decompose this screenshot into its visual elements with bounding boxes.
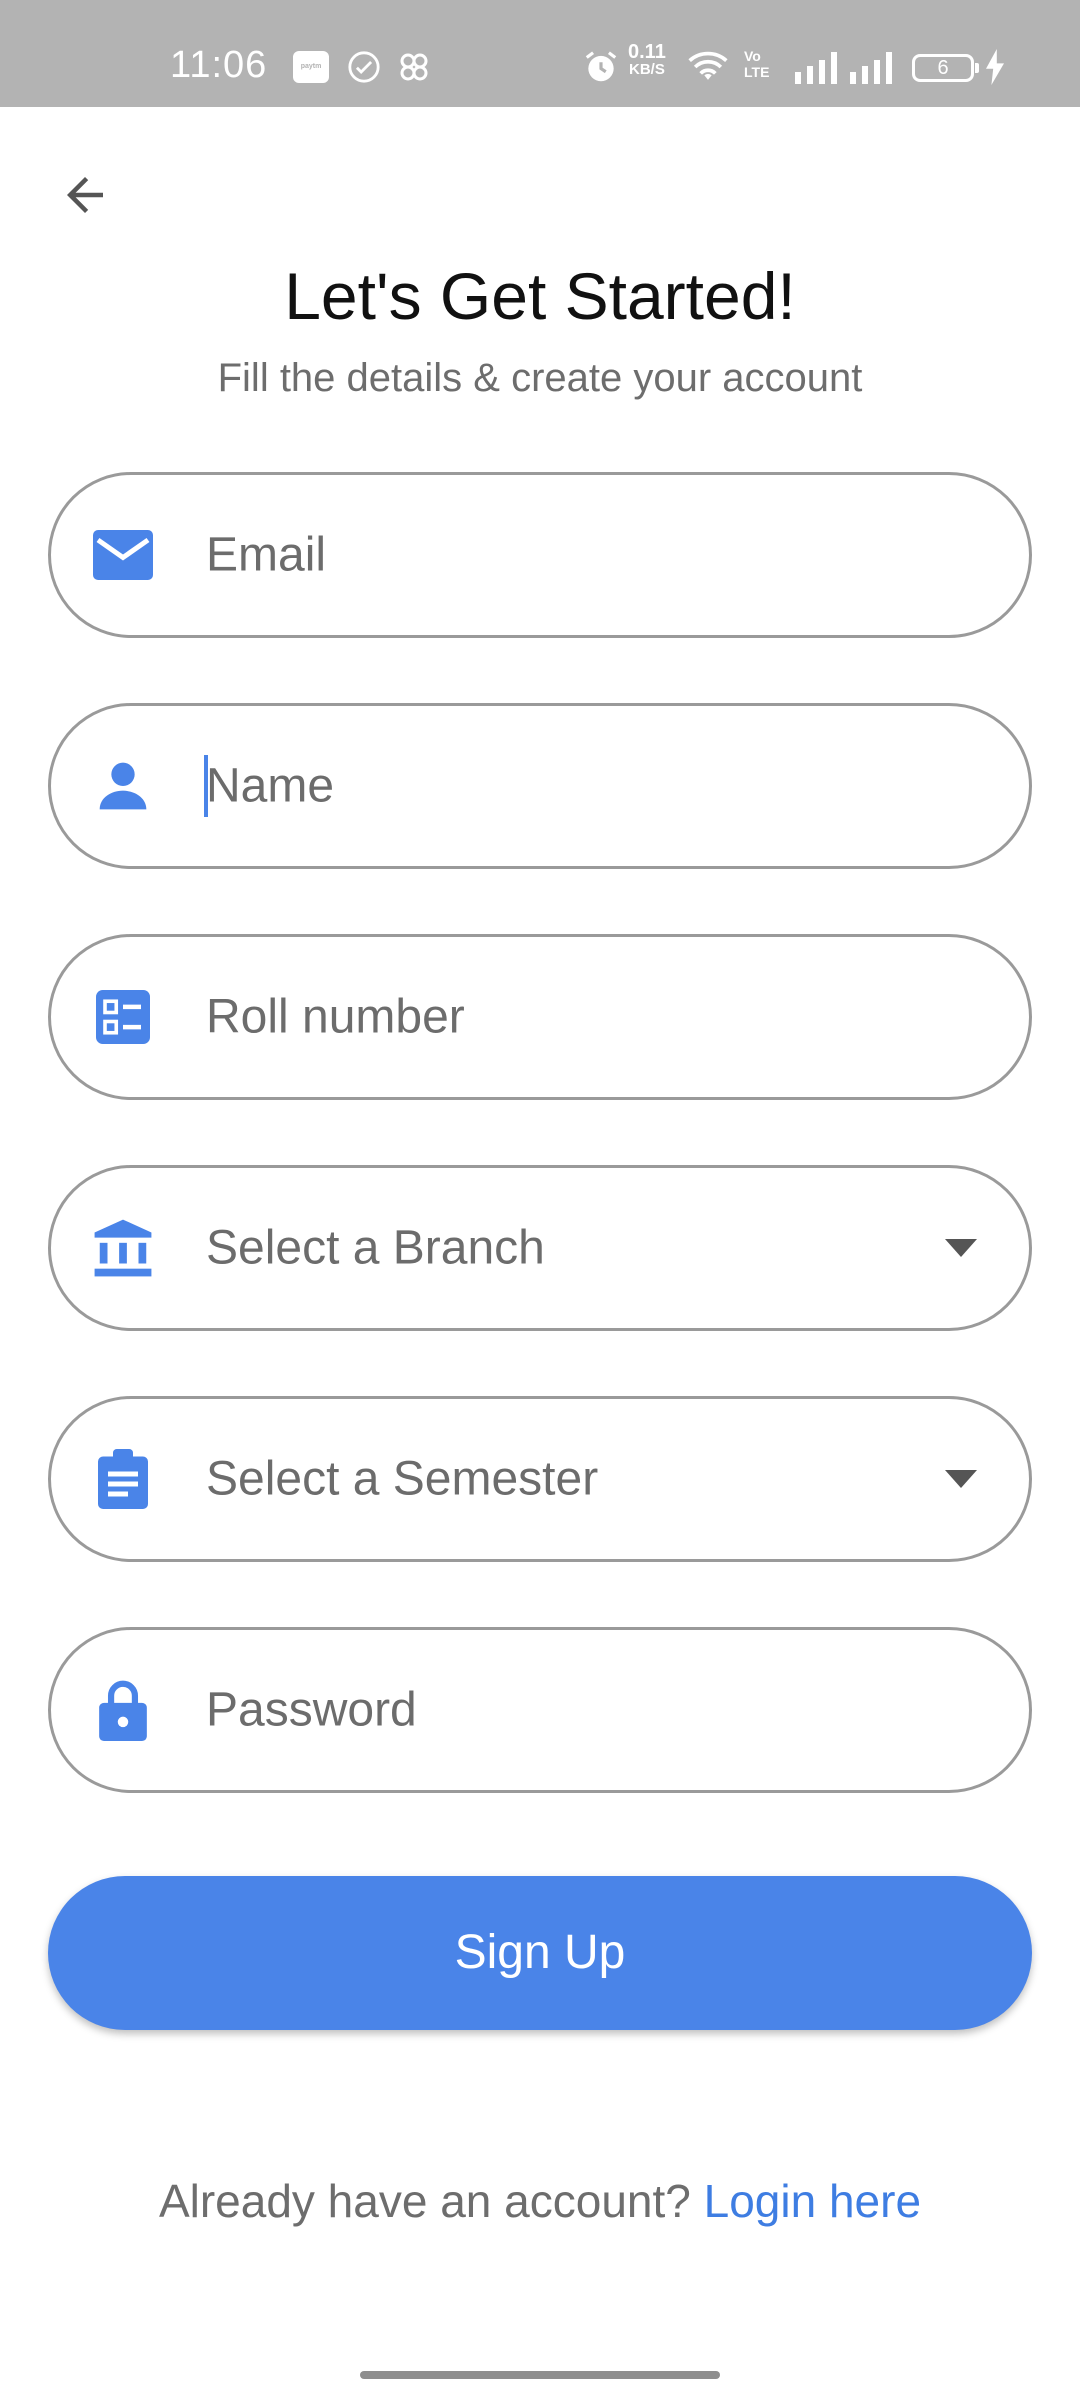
roll-number-field[interactable]: Roll number bbox=[48, 934, 1032, 1100]
roll-number-placeholder: Roll number bbox=[206, 990, 465, 1044]
login-prompt-text: Already have an account? bbox=[158, 2175, 704, 2227]
branch-placeholder: Select a Branch bbox=[206, 1221, 545, 1275]
home-indicator[interactable] bbox=[360, 2371, 720, 2379]
volte-indicator: Vo LTE bbox=[744, 48, 770, 80]
password-placeholder: Password bbox=[206, 1683, 417, 1737]
pinwheel-icon bbox=[400, 53, 428, 81]
battery-icon: 6 bbox=[912, 54, 979, 82]
page-subtitle: Fill the details & create your account bbox=[217, 356, 863, 400]
chevron-down-icon bbox=[945, 1239, 977, 1257]
chevron-down-icon bbox=[945, 1470, 977, 1488]
status-time: 11:06 bbox=[170, 44, 268, 86]
email-placeholder: Email bbox=[206, 528, 327, 582]
name-placeholder: Name bbox=[206, 759, 335, 813]
name-field[interactable]: Name bbox=[48, 703, 1032, 869]
alarm-icon bbox=[585, 51, 617, 82]
signal-icon bbox=[795, 52, 837, 84]
network-speed: 0.11 KB/S bbox=[628, 41, 666, 78]
email-field[interactable]: Email bbox=[48, 472, 1032, 638]
semester-placeholder: Select a Semester bbox=[206, 1452, 599, 1506]
person-icon bbox=[91, 754, 155, 818]
check-circle-icon bbox=[348, 51, 380, 83]
signal-icon bbox=[850, 52, 892, 84]
password-field[interactable]: Password bbox=[48, 1627, 1032, 1793]
email-icon bbox=[91, 523, 155, 587]
status-bar: 11:06 paytm 0.11 KB/S Vo LTE 6 bbox=[0, 0, 1080, 107]
charging-icon bbox=[986, 49, 1004, 85]
back-button[interactable] bbox=[50, 160, 120, 230]
bank-icon bbox=[91, 1216, 155, 1280]
lock-icon bbox=[91, 1678, 155, 1742]
semester-select[interactable]: Select a Semester bbox=[48, 1396, 1032, 1562]
login-link[interactable]: Login here bbox=[704, 2175, 921, 2227]
login-prompt: Already have an account? Login here bbox=[0, 2174, 1080, 2228]
sign-up-button[interactable]: Sign Up bbox=[48, 1876, 1032, 2030]
paytm-icon: paytm bbox=[293, 51, 329, 83]
wifi-icon bbox=[688, 51, 728, 80]
list-icon bbox=[91, 985, 155, 1049]
branch-select[interactable]: Select a Branch bbox=[48, 1165, 1032, 1331]
arrow-back-icon bbox=[67, 177, 103, 213]
clipboard-icon bbox=[91, 1447, 155, 1511]
page-title: Let's Get Started! bbox=[284, 259, 796, 333]
